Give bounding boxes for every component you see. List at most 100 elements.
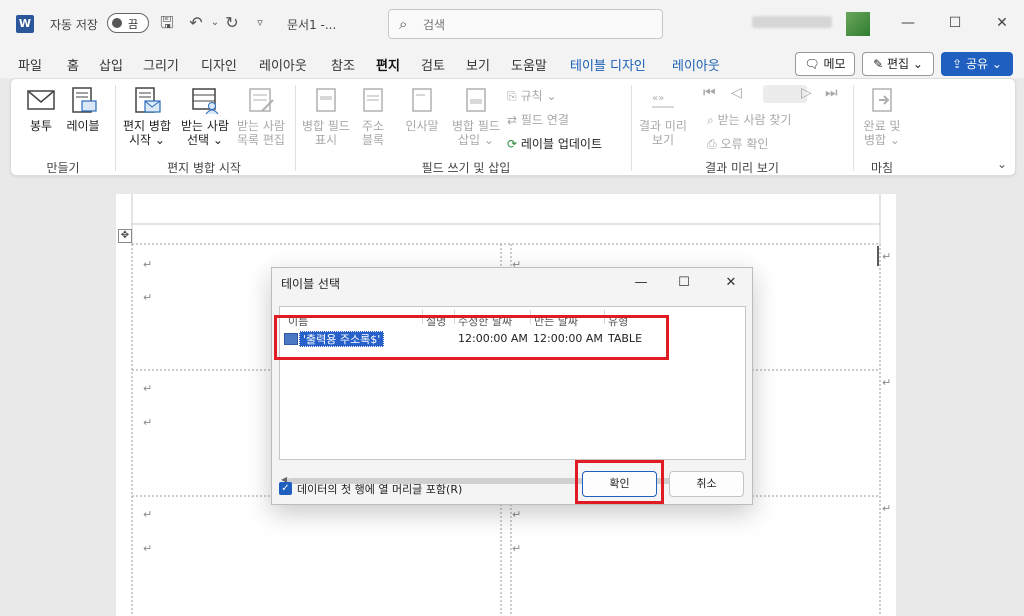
paragraph-mark: ↵: [882, 376, 892, 389]
table-list[interactable]: 이름 설명 수정한 날짜 만든 날짜 유형 '출력용 주소록$' 12:00:0…: [279, 306, 746, 484]
tab-table-design[interactable]: 테이블 디자인: [570, 55, 646, 74]
first-record-icon[interactable]: ⏮: [703, 85, 716, 101]
table-move-handle-icon[interactable]: ✥: [118, 229, 132, 243]
created-date-cell: 12:00:00 AM: [533, 332, 603, 345]
tab-file[interactable]: 파일: [18, 55, 42, 74]
greeting-line-icon: [412, 88, 432, 112]
tab-layout[interactable]: 레이아웃: [259, 55, 307, 74]
column-separator[interactable]: [530, 310, 531, 324]
finish-merge-button[interactable]: 완료 및 병합 ⌄: [857, 87, 907, 147]
labels-icon: [72, 87, 97, 113]
tab-help[interactable]: 도움말: [511, 55, 547, 74]
find-recipient-button[interactable]: ⌕ 받는 사람 찾기: [707, 111, 791, 128]
next-record-icon[interactable]: ▷: [801, 85, 812, 101]
insert-merge-field-button[interactable]: 병합 필드 삽입 ⌄: [451, 87, 501, 147]
last-record-icon[interactable]: ⏭: [825, 85, 838, 101]
document-title: 문서1 -...: [287, 18, 337, 32]
chevron-down-icon: ⌄: [912, 57, 923, 71]
column-header-type[interactable]: 유형: [608, 313, 628, 329]
share-button[interactable]: ⇪ 공유 ⌄: [941, 52, 1013, 76]
minimize-icon[interactable]: —: [893, 10, 923, 36]
column-header-description[interactable]: 설명: [426, 313, 446, 329]
chevron-down-icon: ⌄: [991, 57, 1002, 71]
dialog-title: 테이블 선택: [281, 277, 341, 291]
preview-results-button[interactable]: «» 결과 미리 보기: [635, 87, 691, 147]
close-icon[interactable]: ✕: [719, 273, 743, 293]
address-block-button[interactable]: 주소 블록: [355, 87, 391, 147]
highlight-fields-icon: [316, 88, 336, 112]
search-box[interactable]: ⌕: [388, 9, 663, 39]
chevron-down-icon: ⌄: [546, 89, 557, 103]
maximize-icon[interactable]: ☐: [940, 10, 970, 36]
envelopes-button[interactable]: 봉투: [23, 87, 59, 133]
match-fields-label: 필드 연결: [520, 113, 569, 127]
previous-record-icon[interactable]: ◁: [731, 85, 742, 101]
cancel-button[interactable]: 취소: [669, 471, 744, 497]
tab-draw[interactable]: 그리기: [143, 55, 179, 74]
start-mail-merge-button[interactable]: 편지 병합 시작 ⌄: [119, 87, 175, 147]
first-row-header-checkbox[interactable]: ✓: [279, 482, 292, 495]
preview-results-icon: «»: [652, 93, 674, 108]
autosave-label: 자동 저장: [50, 18, 98, 32]
group-separator: [295, 85, 296, 171]
undo-icon[interactable]: ↶: [186, 13, 206, 33]
update-labels-button[interactable]: ⟳ 레이블 업데이트: [507, 135, 602, 152]
word-logo-icon: W: [16, 15, 34, 33]
paragraph-mark: ↵: [882, 502, 892, 515]
type-cell: TABLE: [608, 332, 643, 345]
customize-toolbar-icon[interactable]: ▿: [250, 13, 270, 33]
address-block-icon: [363, 88, 383, 112]
column-separator[interactable]: [454, 310, 455, 324]
column-separator[interactable]: [604, 310, 605, 324]
rules-button[interactable]: ⎘ 규칙 ⌄: [507, 87, 556, 104]
chevron-down-icon: ⌄: [889, 133, 900, 147]
autosave-toggle[interactable]: 끔: [107, 13, 149, 33]
paragraph-mark: ↵: [512, 542, 522, 555]
greeting-line-label: 인사말: [405, 119, 439, 133]
save-icon[interactable]: 🖫: [157, 13, 177, 33]
start-merge-icon: [135, 87, 161, 113]
paragraph-mark: ↵: [143, 258, 153, 271]
tab-references[interactable]: 참조: [331, 55, 355, 74]
svg-text:«»: «»: [652, 93, 664, 104]
group-separator: [631, 85, 632, 171]
group-write-insert-label: 필드 쓰기 및 삽입: [421, 161, 511, 175]
paragraph-mark: ↵: [143, 382, 153, 395]
greeting-line-button[interactable]: 인사말: [397, 87, 447, 133]
tab-review[interactable]: 검토: [421, 55, 445, 74]
select-recipients-button[interactable]: 받는 사람 선택 ⌄: [177, 87, 233, 147]
tab-design[interactable]: 디자인: [201, 55, 237, 74]
first-row-header-label[interactable]: 데이터의 첫 행에 열 머리글 포함(R): [297, 481, 462, 497]
redo-icon[interactable]: ↻: [222, 13, 242, 33]
tab-mailings[interactable]: 편지: [376, 55, 400, 81]
update-labels-label: 레이블 업데이트: [520, 137, 602, 151]
check-errors-label: 오류 확인: [720, 137, 769, 151]
pencil-icon: ✎: [873, 57, 884, 71]
minimize-icon[interactable]: —: [629, 273, 653, 293]
check-errors-button[interactable]: ⎙ 오류 확인: [707, 135, 768, 152]
match-fields-button[interactable]: ⇄ 필드 연결: [507, 111, 569, 128]
column-header-modified[interactable]: 수정한 날짜: [458, 313, 512, 329]
maximize-icon[interactable]: ☐: [672, 273, 696, 293]
labels-button[interactable]: 레이블: [63, 87, 103, 133]
comments-button[interactable]: 🗨 메모: [795, 52, 855, 76]
avatar[interactable]: [846, 12, 870, 36]
tab-view[interactable]: 보기: [466, 55, 490, 74]
highlight-merge-fields-button[interactable]: 병합 필드 표시: [301, 87, 351, 147]
edit-recipient-list-button[interactable]: 받는 사람 목록 편집: [233, 87, 289, 147]
column-separator[interactable]: [422, 310, 423, 324]
editing-button[interactable]: ✎ 편집 ⌄: [862, 52, 934, 76]
address-block-label: 주소 블록: [361, 119, 385, 147]
group-separator: [115, 85, 116, 171]
close-icon[interactable]: ✕: [987, 10, 1017, 36]
tab-insert[interactable]: 삽입: [99, 55, 123, 74]
collapse-ribbon-icon[interactable]: ⌄: [997, 157, 1007, 171]
column-header-created[interactable]: 만든 날짜: [534, 313, 578, 329]
ok-button[interactable]: 확인: [582, 471, 657, 497]
column-header-name[interactable]: 이름: [288, 313, 308, 329]
tab-table-layout[interactable]: 레이아웃: [672, 55, 720, 74]
tab-home[interactable]: 홈: [67, 55, 79, 74]
group-separator: [853, 85, 854, 171]
search-input[interactable]: [423, 16, 653, 34]
editing-label: 편집: [886, 57, 910, 71]
